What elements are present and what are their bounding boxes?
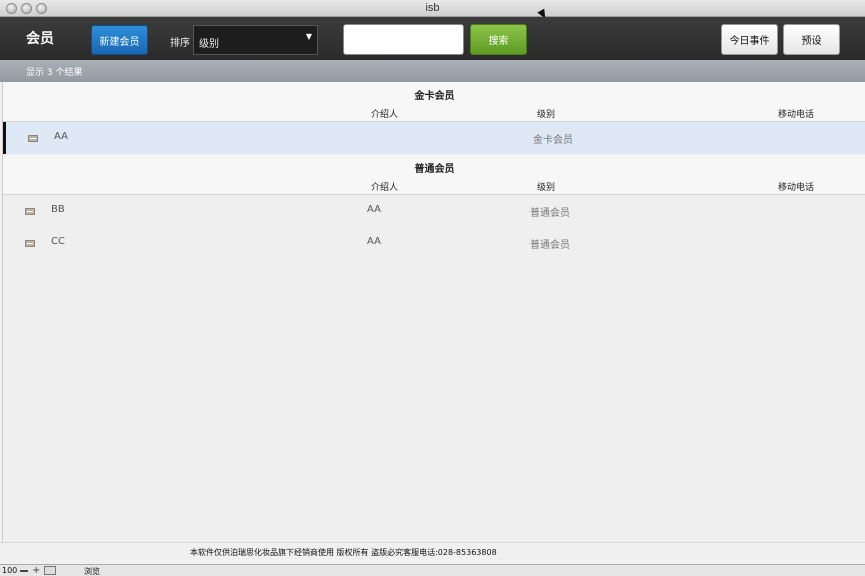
member-card-icon	[25, 208, 35, 215]
status-bar: 100 + 浏览	[0, 564, 865, 576]
member-referrer: AA	[367, 204, 381, 215]
view-toggle-icon[interactable]	[44, 566, 56, 575]
today-events-button[interactable]: 今日事件	[721, 24, 778, 55]
member-referrer: AA	[367, 236, 381, 247]
app-window: isb 会员 新建会员 排序 级别 ▼ 搜索 今日事件 预设 显示 3 个结果 …	[0, 0, 865, 576]
window-title: isb	[425, 2, 440, 14]
title-bar: isb	[0, 0, 865, 21]
footer: 本软件仅供泊瑞思化妆品旗下经销商使用 版权所有 盗版必究客服电话:028-853…	[0, 542, 865, 564]
column-header-mobile: 移动电话	[778, 183, 815, 193]
table-row[interactable]: AA 金卡会员	[3, 122, 865, 154]
member-name: AA	[54, 131, 68, 142]
member-card-icon	[28, 135, 38, 142]
member-level: 普通会员	[530, 240, 570, 251]
member-card-icon	[25, 240, 35, 247]
member-level: 普通会员	[530, 208, 570, 219]
page-title: 会员	[26, 31, 54, 47]
zoom-in-icon[interactable]: +	[32, 566, 40, 576]
dropdown-arrow-icon: ▼	[305, 32, 312, 41]
sort-select[interactable]: 级别 ▼	[193, 25, 318, 55]
search-input[interactable]	[343, 24, 464, 55]
toolbar: 会员 新建会员 排序 级别 ▼ 搜索 今日事件 预设	[0, 17, 865, 60]
preset-button[interactable]: 预设	[783, 24, 840, 55]
results-bar: 显示 3 个结果	[0, 60, 865, 82]
column-header-referrer: 介绍人	[371, 183, 399, 193]
table-row[interactable]: BB AA 普通会员	[3, 195, 865, 227]
table-row[interactable]: CC AA 普通会员	[3, 227, 865, 259]
member-level: 金卡会员	[533, 135, 573, 146]
member-name: CC	[51, 236, 65, 247]
group-header-gold: 金卡会员 介绍人 级别 移动电话	[3, 82, 865, 122]
copyright-text: 本软件仅供泊瑞思化妆品旗下经销商使用 版权所有 盗版必究客服电话:028-853…	[190, 548, 497, 557]
sort-selected-value: 级别	[199, 39, 219, 50]
search-button[interactable]: 搜索	[470, 24, 527, 55]
column-header-referrer: 介绍人	[371, 110, 399, 120]
zoom-level: 100	[2, 566, 18, 575]
results-count: 显示 3 个结果	[26, 68, 83, 78]
group-header-regular: 普通会员 介绍人 级别 移动电话	[3, 155, 865, 195]
new-member-button[interactable]: 新建会员	[91, 25, 148, 55]
mode-label[interactable]: 浏览	[84, 566, 100, 576]
sort-label: 排序	[170, 38, 190, 49]
column-header-level: 级别	[537, 183, 556, 193]
group-title: 普通会员	[414, 164, 455, 175]
zoom-out-icon[interactable]	[20, 570, 28, 572]
column-header-mobile: 移动电话	[778, 110, 815, 120]
member-list: 金卡会员 介绍人 级别 移动电话 AA 金卡会员 普通会员 介绍人 级别 移动电…	[2, 82, 865, 542]
member-name: BB	[51, 204, 65, 215]
group-title: 金卡会员	[414, 91, 455, 102]
column-header-level: 级别	[537, 110, 556, 120]
